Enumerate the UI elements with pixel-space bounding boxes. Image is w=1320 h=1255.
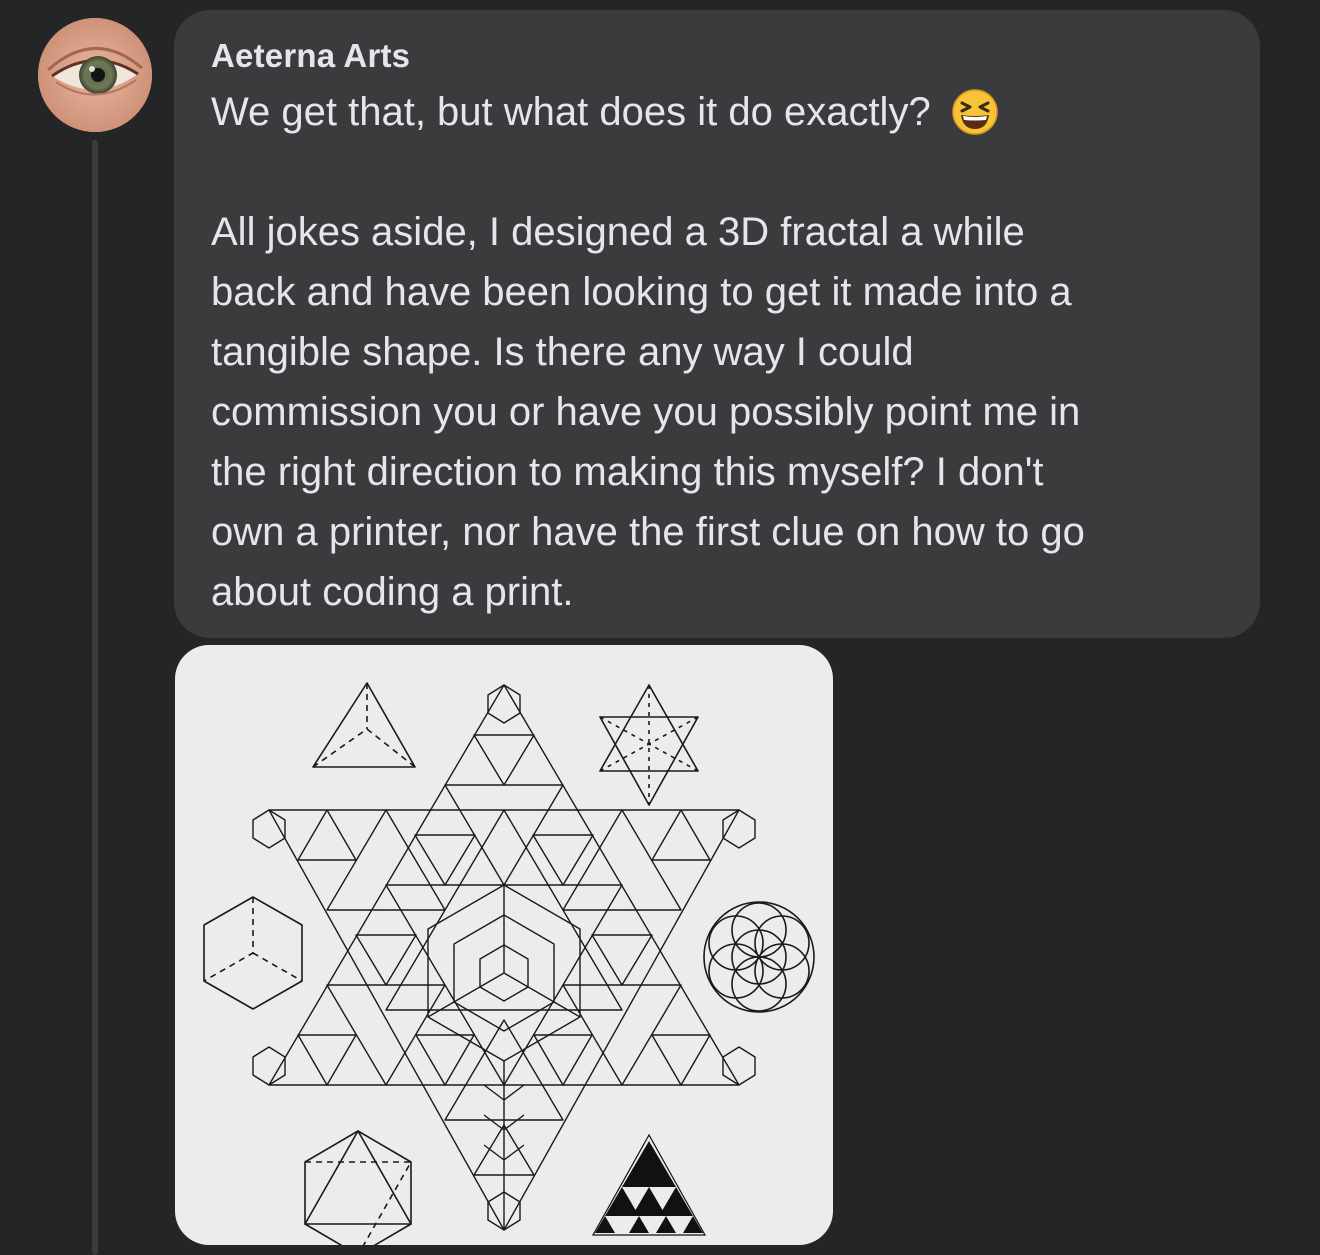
star-tetrahedron-drawing [599,684,699,806]
comment-line: the right direction to making this mysel… [211,450,1044,494]
thread-line [92,140,98,1255]
comment-line: commission you or have you possibly poin… [211,390,1081,434]
avatar[interactable] [38,18,152,132]
sierpinski-triangle-drawing [595,1141,703,1233]
comment-bubble: Aeterna Arts We get that, but what does … [174,10,1260,638]
comment-line: We get that, but what does it do exactly… [211,82,1230,142]
comment-line: tangible shape. Is there any way I could [211,330,914,374]
comment-line: about coding a print. [211,570,574,614]
octahedron-drawing [304,1130,412,1245]
tetrahedron-drawing [312,682,416,768]
eye-icon [38,18,152,132]
cube-drawing [203,896,303,1010]
comment-author[interactable]: Aeterna Arts [211,32,1230,80]
comment-line: back and have been looking to get it mad… [211,270,1072,314]
flower-of-life-drawing [703,901,815,1013]
grinning-squinting-face-icon [951,88,999,136]
comment-line: All jokes aside, I designed a 3D fractal… [211,210,1025,254]
comment-line: own a printer, nor have the first clue o… [211,510,1085,554]
comment-line-text: We get that, but what does it do exactly… [211,90,931,134]
attached-image[interactable] [175,645,833,1245]
fractal-drawing [203,682,815,1245]
